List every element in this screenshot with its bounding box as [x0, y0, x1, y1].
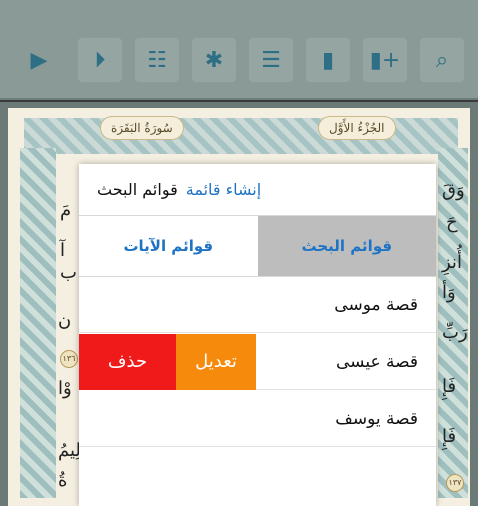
top-toolbar: ▶ ⏵ ☷ ✱ ☰ ▮ ▮+ ⌕: [0, 0, 478, 100]
verse-fragment: آ: [60, 240, 66, 261]
ayah-number-marker: ١٣٦: [60, 350, 78, 368]
create-list-link[interactable]: إنشاء قائمة: [186, 180, 261, 199]
settings-gear-icon[interactable]: ✱: [192, 38, 236, 82]
left-ornament-border: [20, 148, 56, 498]
verse-fragment: فَإِ: [442, 376, 457, 397]
popup-title: قوائم البحث: [97, 180, 178, 199]
list-icon[interactable]: ☰: [249, 38, 293, 82]
verse-fragment: ن: [58, 310, 72, 331]
fast-forward-icon[interactable]: ⏵: [78, 38, 122, 82]
juz-name-tag: الجُزْءُ الأَوَّل: [318, 116, 396, 140]
list-item[interactable]: قصة موسى: [79, 277, 436, 333]
search-lists-popup: قوائم البحث إنشاء قائمة قوائم البحث قوائ…: [79, 164, 436, 506]
verse-fragment: لِيمُ: [58, 440, 81, 461]
empty-row: [79, 448, 436, 504]
ayah-number-marker: ١٣٧: [446, 474, 464, 492]
verse-fragment: ب: [60, 262, 77, 283]
verse-fragment: ةُ: [58, 470, 68, 491]
tab-verse-lists[interactable]: قوائم الآيات: [79, 216, 258, 276]
edit-button[interactable]: تعديل: [176, 333, 256, 390]
list-item-label: قصة يوسف: [335, 408, 418, 429]
list-item-label: قصة موسى: [334, 294, 418, 315]
verse-fragment: فَإِ: [442, 426, 457, 447]
verse-fragment: رَبِّ: [442, 322, 468, 343]
search-icon[interactable]: ⌕: [420, 38, 464, 82]
verse-fragment: وَأ: [442, 282, 456, 303]
list-item-swiped[interactable]: قصة عيسى تعديل حذف: [79, 333, 436, 390]
verse-fragment: أُنزِ: [442, 252, 462, 273]
add-bookmark-icon[interactable]: ▮+: [363, 38, 407, 82]
bookmarks-icon[interactable]: ▮: [306, 38, 350, 82]
verse-fragment: وَقَ: [442, 180, 465, 201]
surah-name-tag: سُورَةُ البَقَرَة: [100, 116, 184, 140]
list-item-label: قصة عيسى: [336, 351, 418, 372]
verse-fragment: مَ: [60, 200, 72, 221]
popup-header: قوائم البحث إنشاء قائمة: [79, 164, 436, 216]
verse-fragment: حَ: [446, 212, 458, 233]
reciter-icon[interactable]: ☷: [135, 38, 179, 82]
play-icon[interactable]: ▶: [24, 38, 54, 82]
list-item[interactable]: قصة يوسف: [79, 391, 436, 447]
list-tabs: قوائم البحث قوائم الآيات: [79, 216, 436, 277]
verse-fragment: وْا: [58, 378, 72, 399]
tab-search-lists[interactable]: قوائم البحث: [257, 216, 436, 276]
delete-button[interactable]: حذف: [79, 333, 176, 390]
